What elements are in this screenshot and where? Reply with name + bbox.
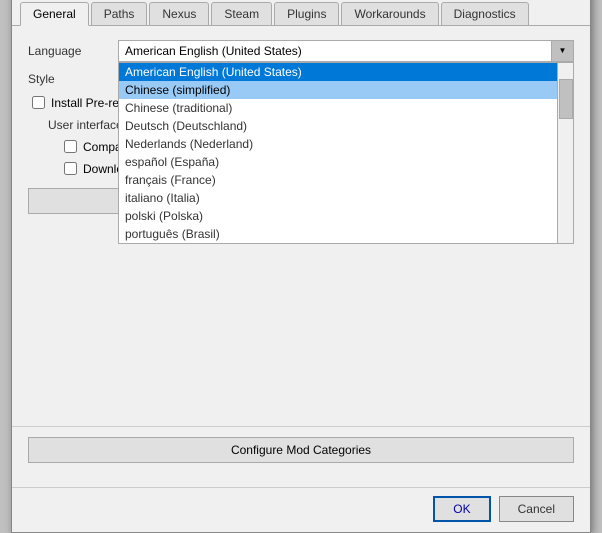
tab-bar: General Paths Nexus Steam Plugins Workar… xyxy=(12,0,590,26)
language-option-5[interactable]: español (España) xyxy=(119,153,557,171)
download-meta-checkbox[interactable] xyxy=(64,162,77,175)
tab-plugins[interactable]: Plugins xyxy=(274,2,339,25)
language-option-3[interactable]: Deutsch (Deutschland) xyxy=(119,117,557,135)
language-dropdown-list[interactable]: American English (United States) Chinese… xyxy=(118,62,574,244)
language-option-6[interactable]: français (France) xyxy=(119,171,557,189)
language-option-0[interactable]: American English (United States) xyxy=(119,63,557,81)
dropdown-options: American English (United States) Chinese… xyxy=(119,63,557,243)
language-option-7[interactable]: italiano (Italia) xyxy=(119,189,557,207)
language-option-4[interactable]: Nederlands (Nederland) xyxy=(119,135,557,153)
settings-window: ⚙ Settings ? ✕ General Paths Nexus Steam… xyxy=(11,0,591,533)
ok-button[interactable]: OK xyxy=(433,496,490,522)
language-dropdown[interactable]: American English (United States) ▼ xyxy=(118,40,574,62)
dropdown-scrollbar[interactable] xyxy=(557,63,573,243)
dialog-buttons: OK Cancel xyxy=(12,487,590,532)
language-label: Language xyxy=(28,44,118,58)
language-option-1[interactable]: Chinese (simplified) xyxy=(119,81,557,99)
language-option-2[interactable]: Chinese (traditional) xyxy=(119,99,557,117)
content-area: Language American English (United States… xyxy=(12,26,590,426)
bottom-area: Configure Mod Categories xyxy=(12,426,590,487)
prereleases-checkbox[interactable] xyxy=(32,96,45,109)
cancel-button[interactable]: Cancel xyxy=(499,496,574,522)
configure-mod-button[interactable]: Configure Mod Categories xyxy=(28,437,574,463)
tab-workarounds[interactable]: Workarounds xyxy=(341,2,438,25)
language-option-9[interactable]: português (Brasil) xyxy=(119,225,557,243)
language-select-wrapper: American English (United States) ▼ Ameri… xyxy=(118,40,574,62)
language-row: Language American English (United States… xyxy=(28,40,574,62)
tab-steam[interactable]: Steam xyxy=(211,2,272,25)
dropdown-arrow-icon[interactable]: ▼ xyxy=(551,41,573,61)
language-selected-value: American English (United States) xyxy=(125,44,302,58)
tab-paths[interactable]: Paths xyxy=(91,2,148,25)
scrollbar-thumb xyxy=(559,79,573,119)
language-option-8[interactable]: polski (Polska) xyxy=(119,207,557,225)
compact-download-checkbox[interactable] xyxy=(64,140,77,153)
tab-diagnostics[interactable]: Diagnostics xyxy=(441,2,529,25)
tab-general[interactable]: General xyxy=(20,2,89,26)
style-label: Style xyxy=(28,72,118,86)
tab-nexus[interactable]: Nexus xyxy=(149,2,209,25)
